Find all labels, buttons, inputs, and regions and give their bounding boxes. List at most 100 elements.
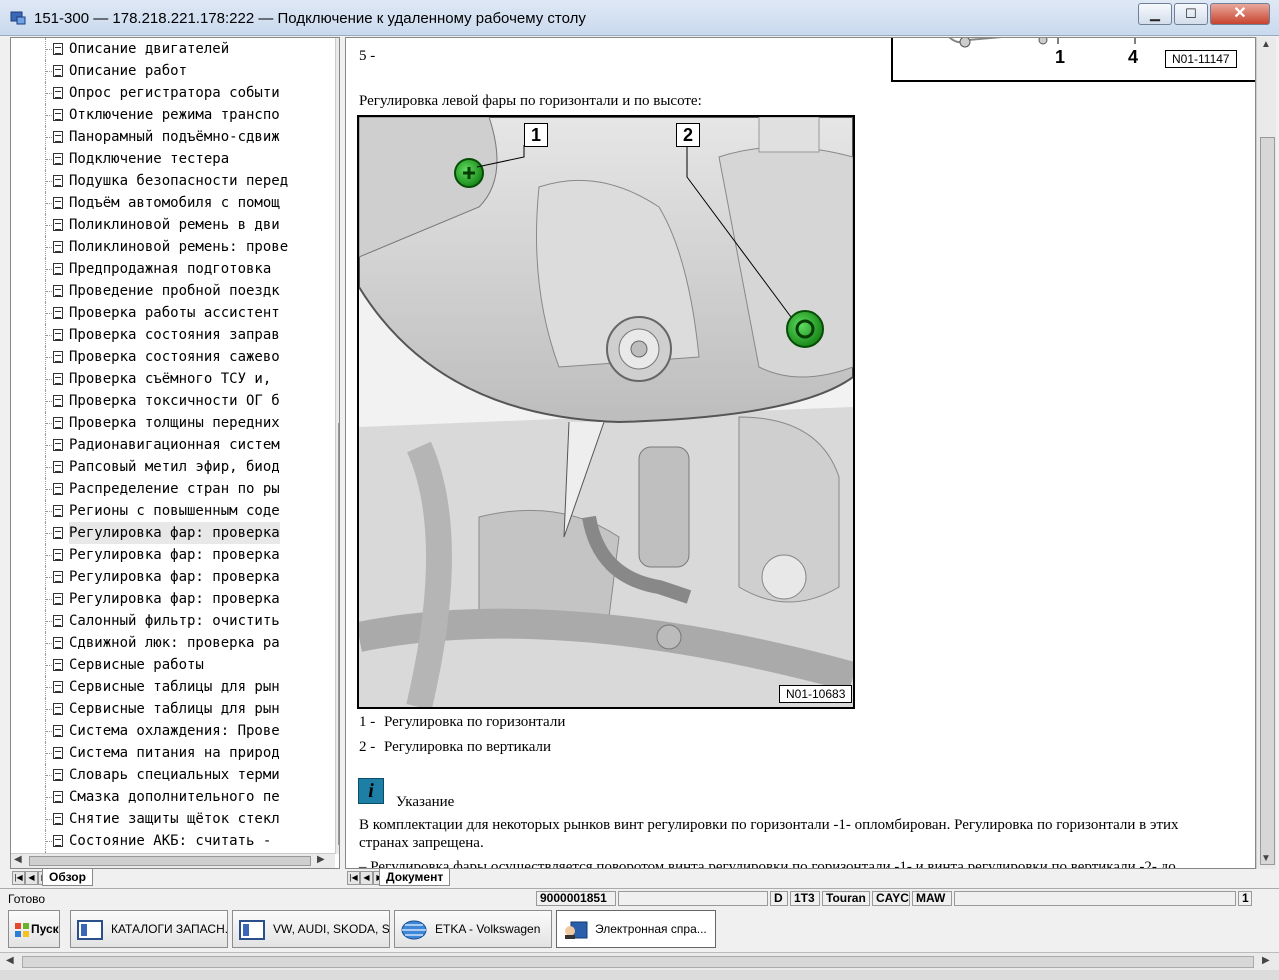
document-icon bbox=[53, 681, 63, 693]
tree-vertical-scrollbar[interactable]: ▲ ▼ bbox=[335, 38, 339, 854]
doc-tab-first-icon[interactable]: |◀ bbox=[347, 871, 360, 885]
desktop-scroll-right-icon[interactable]: ▶ bbox=[1262, 955, 1270, 966]
tree-item[interactable]: Предпродажная подготовка bbox=[11, 258, 339, 280]
tree-item-label: Предпродажная подготовка bbox=[69, 261, 272, 277]
tree-item[interactable]: Регулировка фар: проверка bbox=[11, 588, 339, 610]
tree-item[interactable]: Проверка состояния заправ bbox=[11, 324, 339, 346]
taskbar-button-help[interactable]: Электронная спра... bbox=[556, 910, 716, 948]
scroll-up-icon[interactable]: ▲ bbox=[338, 38, 339, 49]
tree-item[interactable]: Состояние АКБ: считать - bbox=[11, 830, 339, 852]
document-icon bbox=[53, 329, 63, 341]
tree-item[interactable]: Проведение пробной поездк bbox=[11, 280, 339, 302]
tree-item[interactable]: Проверка работы ассистент bbox=[11, 302, 339, 324]
note-line-2: странах запрещена. bbox=[359, 835, 484, 851]
tab-first-icon[interactable]: |◀ bbox=[12, 871, 25, 885]
start-label: Пуск bbox=[31, 922, 59, 936]
document-icon bbox=[53, 505, 63, 517]
tree-hscroll-thumb[interactable] bbox=[29, 856, 311, 866]
tree-item-label: Проверка толщины передних bbox=[69, 415, 280, 431]
close-button[interactable]: ✕ bbox=[1210, 3, 1270, 25]
tree-item[interactable]: Проверка толщины передних bbox=[11, 412, 339, 434]
tree-item-label: Отключение режима транспо bbox=[69, 107, 280, 123]
scroll-right-icon[interactable]: ▶ bbox=[317, 854, 325, 865]
document-icon bbox=[53, 527, 63, 539]
doc-tab-prev-icon[interactable]: ◀ bbox=[360, 871, 373, 885]
tree-item[interactable]: Регионы с повышенным соде bbox=[11, 500, 339, 522]
tree-item-label: Словарь специальных терми bbox=[69, 767, 280, 783]
window-titlebar: 151-300 — 178.218.221.178:222 — Подключе… bbox=[0, 0, 1279, 36]
document-icon bbox=[53, 571, 63, 583]
minimize-button[interactable]: ▁ bbox=[1138, 3, 1172, 25]
tab-overview[interactable]: Обзор bbox=[42, 869, 93, 886]
tree-item[interactable]: Салонный фильтр: очистить bbox=[11, 610, 339, 632]
taskbar-button-etka[interactable]: ETKA - Volkswagen bbox=[394, 910, 552, 948]
top-callout-4: 4 bbox=[1128, 47, 1139, 67]
tree-item[interactable]: Опрос регистратора событи bbox=[11, 82, 339, 104]
engine-bay-illustration bbox=[359, 117, 853, 707]
tree-item[interactable]: Подушка безопасности перед bbox=[11, 170, 339, 192]
tree-item[interactable]: Поликлиновой ремень в дви bbox=[11, 214, 339, 236]
tree-item[interactable]: Отключение режима транспо bbox=[11, 104, 339, 126]
tree-item[interactable]: Словарь специальных терми bbox=[11, 764, 339, 786]
tree-item[interactable]: Сервисные таблицы для рын bbox=[11, 698, 339, 720]
tab-document[interactable]: Документ bbox=[379, 869, 451, 886]
tree-item[interactable]: Регулировка фар: проверка bbox=[11, 544, 339, 566]
doc-scroll-thumb[interactable] bbox=[1260, 137, 1275, 865]
tree-item[interactable]: Сервисные таблицы для рын bbox=[11, 676, 339, 698]
figure-callout-2: 2 bbox=[676, 123, 700, 147]
tree-scroll-thumb[interactable] bbox=[338, 423, 339, 845]
start-button[interactable]: Пуск bbox=[8, 910, 60, 948]
tree-item[interactable]: Подключение тестера bbox=[11, 148, 339, 170]
document-icon bbox=[53, 593, 63, 605]
maximize-button[interactable]: ☐ bbox=[1174, 3, 1208, 25]
tree-horizontal-scrollbar[interactable]: ◀ ▶ bbox=[11, 853, 335, 868]
doc-scroll-up-icon[interactable]: ▲ bbox=[1261, 39, 1271, 50]
taskbar-button-vw[interactable]: VW, AUDI, SKODA, S... bbox=[232, 910, 390, 948]
tree-item[interactable]: Регулировка фар: проверка bbox=[11, 566, 339, 588]
top-callout-1: 1 bbox=[1055, 47, 1066, 67]
document-icon bbox=[53, 747, 63, 759]
document-icon bbox=[53, 725, 63, 737]
scroll-left-icon[interactable]: ◀ bbox=[14, 854, 22, 865]
tree-item[interactable]: Поликлиновой ремень: прове bbox=[11, 236, 339, 258]
tree-item-label: Система охлаждения: Прове bbox=[69, 723, 280, 739]
tab-prev-icon[interactable]: ◀ bbox=[25, 871, 38, 885]
taskbar-label-catalogs: КАТАЛОГИ ЗАПАСН... bbox=[111, 922, 228, 936]
tree-item[interactable]: Смазка дополнительного пе bbox=[11, 786, 339, 808]
etka-globe-icon bbox=[401, 920, 427, 940]
tree-item[interactable]: Сервисные работы bbox=[11, 654, 339, 676]
desktop-scroll-left-icon[interactable]: ◀ bbox=[6, 955, 14, 966]
tree-item[interactable]: Описание двигателей bbox=[11, 38, 339, 60]
tree-item[interactable]: Проверка съёмного ТСУ и, bbox=[11, 368, 339, 390]
tree-item-label: Проверка состояния заправ bbox=[69, 327, 280, 343]
tree-item[interactable]: Сдвижной люк: проверка ра bbox=[11, 632, 339, 654]
tree-item-label: Проверка съёмного ТСУ и, bbox=[69, 371, 272, 387]
doc-scroll-down-icon[interactable]: ▼ bbox=[1261, 853, 1271, 864]
headlight-adjustment-figure: 1 2 N01-10683 bbox=[357, 115, 855, 709]
tree-item[interactable]: Описание работ bbox=[11, 60, 339, 82]
tree-item[interactable]: Снятие защиты щёток стекл bbox=[11, 808, 339, 830]
tree-item[interactable]: Радионавигационная систем bbox=[11, 434, 339, 456]
desktop-horizontal-scrollbar[interactable]: ◀ ▶ bbox=[0, 952, 1279, 971]
tree-item[interactable]: Проверка токсичности ОГ б bbox=[11, 390, 339, 412]
desktop-scroll-thumb[interactable] bbox=[22, 956, 1254, 968]
tree-item[interactable]: Проверка состояния сажево bbox=[11, 346, 339, 368]
tree-item-label: Проведение пробной поездк bbox=[69, 283, 280, 299]
document-icon bbox=[53, 483, 63, 495]
tree-item[interactable]: Подъём автомобиля с помощ bbox=[11, 192, 339, 214]
window-app-icon bbox=[239, 920, 265, 940]
tree-item[interactable]: Панорамный подъёмно-сдвиж bbox=[11, 126, 339, 148]
tree-item-label: Смазка дополнительного пе bbox=[69, 789, 280, 805]
tree-item[interactable]: Система охлаждения: Прове bbox=[11, 720, 339, 742]
tree-item[interactable]: Регулировка фар: проверка bbox=[11, 522, 339, 544]
top-figure: 1 4 N01-11147 bbox=[891, 38, 1255, 82]
note-line-3: – Регулировка фары осуществляется поворо… bbox=[359, 859, 1176, 869]
document-icon bbox=[53, 175, 63, 187]
scroll-down-icon[interactable]: ▼ bbox=[338, 840, 339, 851]
tree-item[interactable]: Рапсовый метил эфир, биод bbox=[11, 456, 339, 478]
tree-item[interactable]: Система питания на природ bbox=[11, 742, 339, 764]
document-vertical-scrollbar[interactable]: ▲ ▼ bbox=[1256, 37, 1276, 869]
tree-item[interactable]: Распределение стран по ры bbox=[11, 478, 339, 500]
tree-item-label: Проверка состояния сажево bbox=[69, 349, 280, 365]
taskbar-button-catalogs[interactable]: КАТАЛОГИ ЗАПАСН... bbox=[70, 910, 228, 948]
